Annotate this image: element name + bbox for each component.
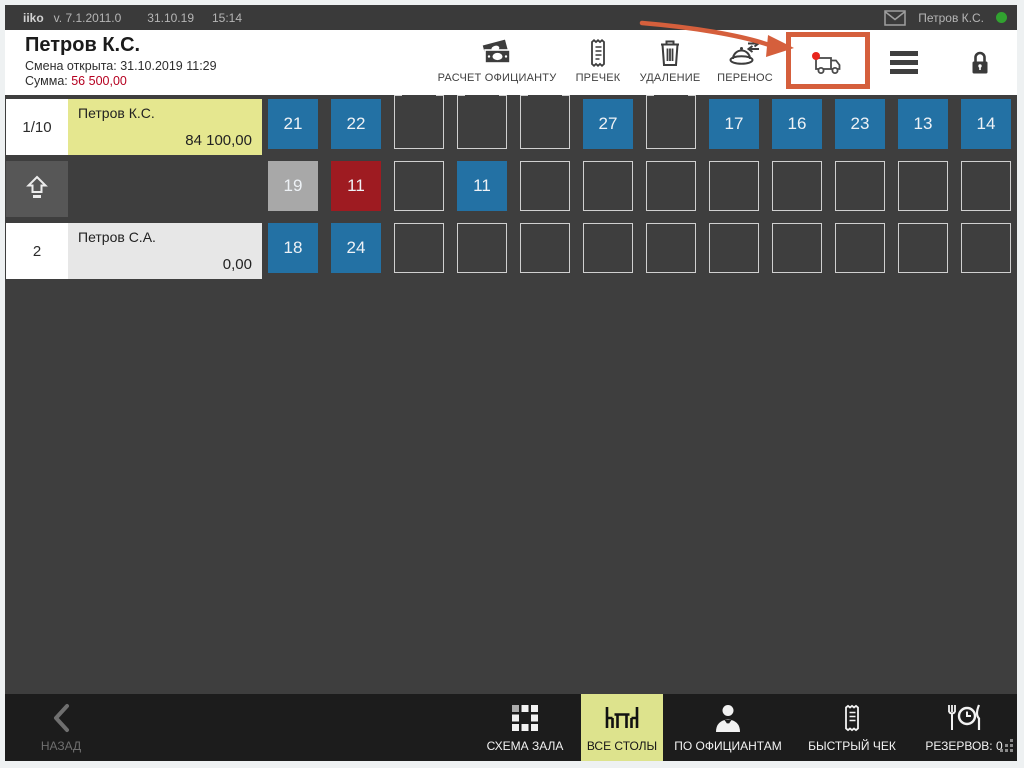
- table-cell-19[interactable]: 19: [268, 161, 318, 211]
- quick-check-button[interactable]: БЫСТРЫЙ ЧЕК: [793, 694, 911, 761]
- empty-table-cell[interactable]: [394, 223, 444, 273]
- trash-icon: [656, 35, 684, 71]
- waiter-amount: 0,00: [223, 256, 252, 273]
- hall-scheme-button[interactable]: СХЕМА ЗАЛА: [469, 694, 581, 761]
- all-tables-button[interactable]: ВСЕ СТОЛЫ: [581, 694, 663, 761]
- empty-table-cell[interactable]: [898, 161, 948, 211]
- table-cell-18[interactable]: 18: [268, 223, 318, 273]
- empty-table-cell[interactable]: [394, 161, 444, 211]
- connection-status-dot: [996, 12, 1007, 23]
- shift-sum-value: 56 500,00: [71, 74, 127, 88]
- empty-table-cell[interactable]: [520, 95, 570, 149]
- table-cell-23[interactable]: 23: [835, 99, 885, 149]
- waiter-name: Петров К.С.: [78, 105, 155, 121]
- delivery-button[interactable]: [786, 30, 870, 95]
- tables-icon: [603, 701, 641, 735]
- move-up-button[interactable]: [6, 161, 68, 217]
- empty-table-cell[interactable]: [520, 223, 570, 273]
- receipt-icon: [585, 35, 611, 71]
- resize-grip[interactable]: [1000, 739, 1014, 758]
- waiter-row-current[interactable]: 1/10 Петров К.С. 84 100,00: [6, 99, 262, 155]
- empty-table-cell[interactable]: [646, 95, 696, 149]
- transfer-cloche-icon: [726, 35, 764, 71]
- header: Петров К.С. Смена открыта: 31.10.2019 11…: [5, 30, 1017, 95]
- empty-table-cell[interactable]: [772, 161, 822, 211]
- table-cell-14[interactable]: 14: [961, 99, 1011, 149]
- status-time: 15:14: [212, 11, 242, 25]
- app-logo: iiko: [23, 11, 44, 25]
- empty-table-cell[interactable]: [835, 161, 885, 211]
- delivery-truck-icon: [806, 45, 850, 81]
- waiter-index: 1/10: [6, 99, 68, 155]
- table-cell-13[interactable]: 13: [898, 99, 948, 149]
- receipt-icon: [839, 701, 865, 735]
- app-window: iiko v. 7.1.2011.0 31.10.19 15:14 Петров…: [0, 0, 1024, 768]
- transfer-button[interactable]: ПЕРЕНОС: [702, 30, 788, 95]
- tables-grid: 21 22 27 17 16 23 13 14 19 11 11 18 24: [268, 99, 1011, 694]
- shift-info: Смена открыта: 31.10.2019 11:29: [25, 59, 217, 73]
- by-waiters-button[interactable]: ПО ОФИЦИАНТАМ: [663, 694, 793, 761]
- banknotes-icon: [478, 35, 516, 71]
- empty-table-cell[interactable]: [709, 161, 759, 211]
- mail-icon[interactable]: [884, 10, 906, 26]
- table-cell-21[interactable]: 21: [268, 99, 318, 149]
- empty-table-cell[interactable]: [457, 95, 507, 149]
- move-up-row: [6, 161, 262, 217]
- table-cell-27[interactable]: 27: [583, 99, 633, 149]
- back-button[interactable]: НАЗАД: [19, 694, 103, 761]
- empty-table-cell[interactable]: [520, 161, 570, 211]
- empty-table-cell[interactable]: [457, 223, 507, 273]
- lock-icon: [967, 45, 993, 81]
- page-title: Петров К.С.: [25, 34, 217, 57]
- empty-table-cell[interactable]: [646, 161, 696, 211]
- delete-button[interactable]: УДАЛЕНИЕ: [627, 30, 713, 95]
- table-cell-22[interactable]: 22: [331, 99, 381, 149]
- empty-table-cell[interactable]: [961, 161, 1011, 211]
- table-cell-17[interactable]: 17: [709, 99, 759, 149]
- waiter-name: Петров С.А.: [78, 229, 156, 245]
- status-date: 31.10.19: [147, 11, 194, 25]
- shift-sum: Сумма: 56 500,00: [25, 74, 217, 88]
- empty-table-cell[interactable]: [835, 223, 885, 273]
- precheck-button[interactable]: ПРЕЧЕК: [562, 30, 634, 95]
- empty-table-cell[interactable]: [772, 223, 822, 273]
- empty-table-cell[interactable]: [394, 95, 444, 149]
- floor-plan-icon: [511, 701, 539, 735]
- hamburger-icon: [889, 45, 919, 81]
- empty-table-cell[interactable]: [961, 223, 1011, 273]
- arrow-up-icon: [21, 171, 53, 208]
- waiter-amount: 84 100,00: [185, 132, 252, 149]
- current-user: Петров К.С.: [918, 11, 984, 25]
- chevron-left-icon: [50, 701, 72, 735]
- waiter-row-other[interactable]: 2 Петров С.А. 0,00: [6, 223, 262, 279]
- waiters-sidebar: 1/10 Петров К.С. 84 100,00 2: [6, 99, 262, 694]
- table-cell-24[interactable]: 24: [331, 223, 381, 273]
- tables-area: 1/10 Петров К.С. 84 100,00 2: [5, 95, 1017, 694]
- empty-table-cell[interactable]: [583, 223, 633, 273]
- top-status-bar: iiko v. 7.1.2011.0 31.10.19 15:14 Петров…: [5, 5, 1017, 30]
- table-cell-11[interactable]: 11: [331, 161, 381, 211]
- menu-button[interactable]: [879, 30, 929, 95]
- empty-table-cell[interactable]: [709, 223, 759, 273]
- empty-table-cell[interactable]: [898, 223, 948, 273]
- reservation-icon: [945, 701, 983, 735]
- waiter-index: 2: [6, 223, 68, 279]
- empty-table-cell[interactable]: [583, 161, 633, 211]
- bottom-bar: НАЗАД СХЕМА ЗАЛА: [5, 694, 1017, 761]
- lock-button[interactable]: [955, 30, 1005, 95]
- app-version: v. 7.1.2011.0: [54, 11, 122, 25]
- empty-table-cell[interactable]: [646, 223, 696, 273]
- table-cell-11[interactable]: 11: [457, 161, 507, 211]
- waiter-icon: [714, 701, 742, 735]
- pay-waiter-button[interactable]: РАСЧЕТ ОФИЦИАНТУ: [432, 30, 562, 95]
- table-cell-16[interactable]: 16: [772, 99, 822, 149]
